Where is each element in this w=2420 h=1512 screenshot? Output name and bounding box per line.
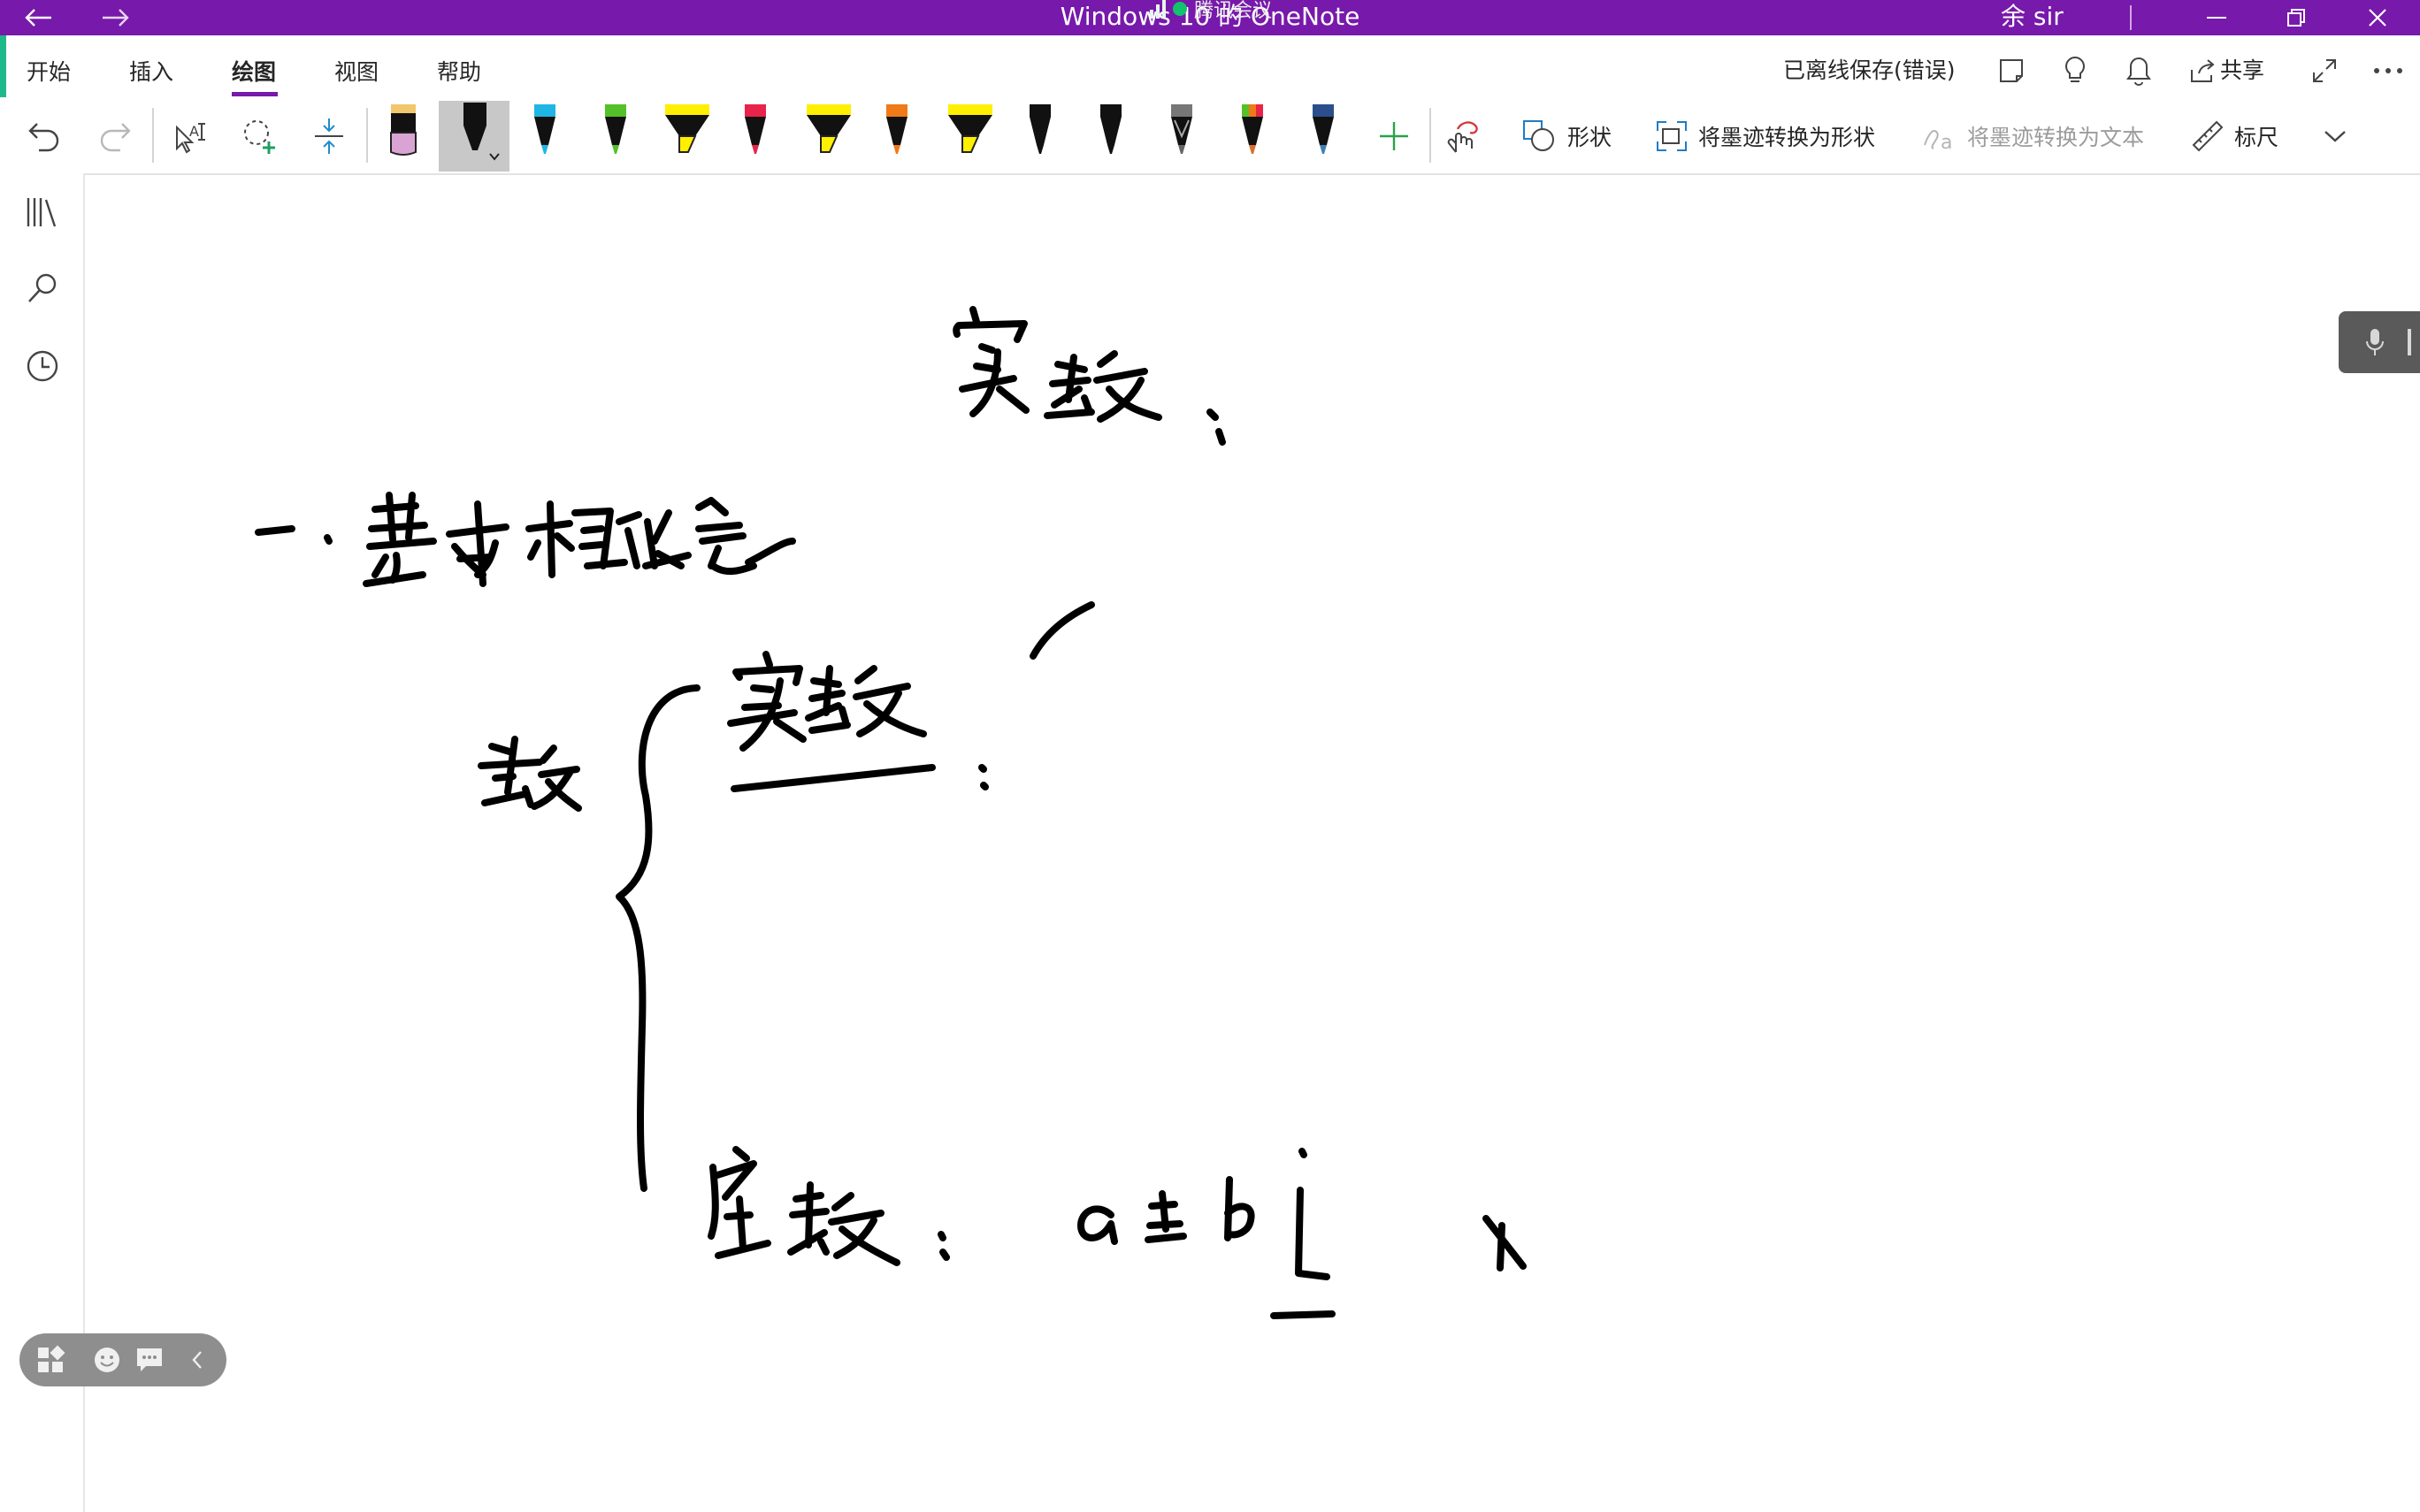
chevron-left-icon[interactable]	[177, 1333, 218, 1386]
toolbar-divider	[152, 108, 154, 163]
signal-icon	[1150, 0, 1166, 19]
yellow-highlighter-3-icon[interactable]	[945, 101, 992, 163]
ink-section-heading	[255, 492, 796, 587]
notebooks-icon[interactable]	[21, 191, 64, 233]
left-accent-strip	[0, 35, 6, 97]
status-dot-icon	[1173, 2, 1187, 16]
green-pen-icon[interactable]	[593, 101, 639, 163]
ink-real-number-label	[727, 651, 927, 752]
add-pen-icon[interactable]	[1369, 106, 1419, 166]
type-select-icon[interactable]: A	[165, 106, 214, 166]
galaxy-pen-icon[interactable]	[1159, 101, 1205, 163]
ruler-label[interactable]: 标尺	[2234, 120, 2278, 152]
ink-to-shape-icon[interactable]	[1647, 106, 1696, 166]
close-icon[interactable]	[2342, 0, 2413, 35]
floating-meeting-bar	[19, 1333, 226, 1386]
ink-shu-char	[478, 736, 582, 812]
shapes-icon[interactable]	[1514, 106, 1564, 166]
undo-icon[interactable]	[19, 106, 69, 166]
lightbulb-icon[interactable]	[2057, 53, 2093, 88]
tab-insert[interactable]: 插入	[129, 55, 173, 87]
share-button[interactable]: 共享	[2220, 46, 2264, 92]
apps-grid-icon[interactable]	[30, 1333, 71, 1386]
ink-colon	[978, 764, 989, 790]
chevron-down-icon[interactable]	[2310, 106, 2360, 166]
title-divider	[2130, 5, 2132, 30]
save-status[interactable]: 已离线保存(错误)	[1783, 46, 1956, 92]
bell-icon[interactable]	[2121, 53, 2156, 88]
lasso-select-icon[interactable]	[235, 106, 285, 166]
rainbow-pen-icon[interactable]	[1229, 101, 1275, 163]
svg-text:a: a	[1941, 132, 1952, 154]
ink-imaginary-number-label	[708, 1146, 950, 1266]
pill-edge	[2408, 329, 2411, 355]
chat-icon[interactable]	[129, 1333, 170, 1386]
tab-home[interactable]: 开始	[27, 55, 71, 87]
microphone-icon	[2366, 329, 2384, 355]
svg-text:A: A	[189, 123, 199, 140]
red-pen-icon[interactable]	[732, 101, 778, 163]
page-notes-icon[interactable]	[1994, 53, 2029, 88]
tab-view[interactable]: 视图	[334, 55, 379, 87]
add-space-icon[interactable]	[304, 106, 354, 166]
note-canvas[interactable]	[85, 175, 2420, 1512]
ink-to-text-icon[interactable]: a	[1916, 106, 1965, 166]
recent-clock-icon[interactable]	[21, 345, 64, 387]
touch-draw-icon[interactable]	[1438, 106, 1488, 166]
emoji-icon[interactable]	[87, 1333, 127, 1386]
ruler-icon[interactable]	[2183, 106, 2232, 166]
ink-to-text-label[interactable]: 将墨迹转换为文本	[1967, 120, 2144, 152]
tab-draw[interactable]: 绘图	[232, 55, 276, 87]
black-pen-2-icon[interactable]	[1017, 101, 1063, 163]
meeting-overlay: 腾讯会议	[1150, 0, 1272, 23]
ink-top-heading	[953, 306, 1226, 446]
yellow-highlighter-2-icon[interactable]	[803, 101, 851, 163]
orange-pen-icon[interactable]	[874, 101, 920, 163]
ink-brace	[616, 684, 701, 1192]
black-pen-3-icon[interactable]	[1088, 101, 1134, 163]
search-icon[interactable]	[21, 267, 64, 309]
ink-to-shape-label[interactable]: 将墨迹转换为形状	[1698, 120, 1875, 152]
pink-highlighter-icon[interactable]	[380, 101, 426, 163]
ocean-pen-icon[interactable]	[1300, 101, 1346, 163]
mic-pill[interactable]	[2339, 311, 2420, 373]
ink-formula	[1077, 1148, 1336, 1319]
ink-underline-blank	[731, 764, 936, 792]
minimize-icon[interactable]	[2181, 0, 2252, 35]
left-nav	[0, 173, 85, 1512]
yellow-highlighter-icon[interactable]	[662, 101, 709, 163]
black-pen-selected-icon[interactable]	[451, 101, 500, 163]
tab-help[interactable]: 帮助	[437, 55, 481, 87]
title-bar: Windows 10 的 OneNote 腾讯会议 余 sir	[0, 0, 2420, 35]
meeting-overlay-label: 腾讯会议	[1194, 0, 1273, 22]
toolbar-divider	[1429, 108, 1431, 163]
ink-x-letter	[1482, 1215, 1527, 1271]
ink-drawing	[255, 306, 1527, 1319]
shapes-label[interactable]: 形状	[1567, 120, 1612, 152]
active-tab-indicator	[232, 92, 278, 96]
share-icon[interactable]	[2185, 53, 2220, 88]
user-name[interactable]: 余 sir	[2001, 0, 2064, 35]
ink-arc-stroke	[1030, 601, 1095, 660]
fullscreen-icon[interactable]	[2307, 53, 2342, 88]
restore-icon[interactable]	[2261, 0, 2332, 35]
toolbar-divider	[366, 108, 368, 163]
redo-icon[interactable]	[90, 106, 140, 166]
more-options-icon[interactable]	[2370, 53, 2406, 88]
cyan-pen-icon[interactable]	[522, 101, 568, 163]
